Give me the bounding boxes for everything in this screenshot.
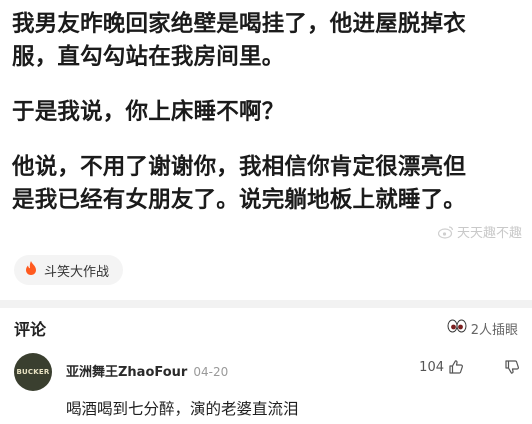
participants-count: 2人插眼 [470, 322, 518, 338]
avatar-text: BUCKER [16, 368, 50, 376]
topic-label: 斗笑大作战 [44, 264, 110, 280]
post-line: 是我已经有女朋友了。说完躺地板上就睡了。 [12, 187, 467, 213]
comment-item: BUCKER 亚洲舞王ZhaoFour 04-20 104 喝酒喝到七分醉，演的… [14, 353, 520, 423]
comment-meta: 亚洲舞王ZhaoFour 04-20 [66, 361, 228, 380]
fire-icon [24, 260, 38, 280]
comment-date: 04-20 [193, 365, 229, 379]
comments-header: 评论 2人插眼 [14, 317, 518, 339]
comment-author[interactable]: 亚洲舞王ZhaoFour [66, 361, 187, 380]
eyes-icon [447, 319, 467, 337]
avatar[interactable]: BUCKER [14, 353, 52, 391]
thumbs-down-icon[interactable] [504, 359, 520, 375]
watermark-text: 天天趣不趣 [456, 226, 522, 241]
post-line: 他说，不用了谢谢你，我相信你肯定很漂亮但 [12, 154, 467, 180]
comment-actions: 104 [419, 359, 520, 375]
post-line: 我男友昨晚回家绝壁是喝挂了，他进屋脱掉衣 [12, 11, 467, 37]
comment-text: 喝酒喝到七分醉，演的老婆直流泪 [66, 400, 299, 418]
post-body: 我男友昨晚回家绝壁是喝挂了，他进屋脱掉衣 服，直勾勾站在我房间里。 于是我说，你… [12, 8, 520, 217]
like-count: 104 [419, 359, 444, 375]
section-divider [0, 300, 532, 308]
thumbs-up-icon[interactable] [448, 359, 464, 375]
weibo-icon [437, 225, 454, 239]
comments-title: 评论 [14, 320, 47, 339]
watermark: 天天趣不趣 [437, 222, 522, 241]
post-line: 于是我说，你上床睡不啊？ [12, 99, 285, 125]
participants[interactable]: 2人插眼 [447, 319, 518, 338]
topic-chip[interactable]: 斗笑大作战 [14, 255, 124, 285]
post-line: 服，直勾勾站在我房间里。 [12, 44, 285, 70]
